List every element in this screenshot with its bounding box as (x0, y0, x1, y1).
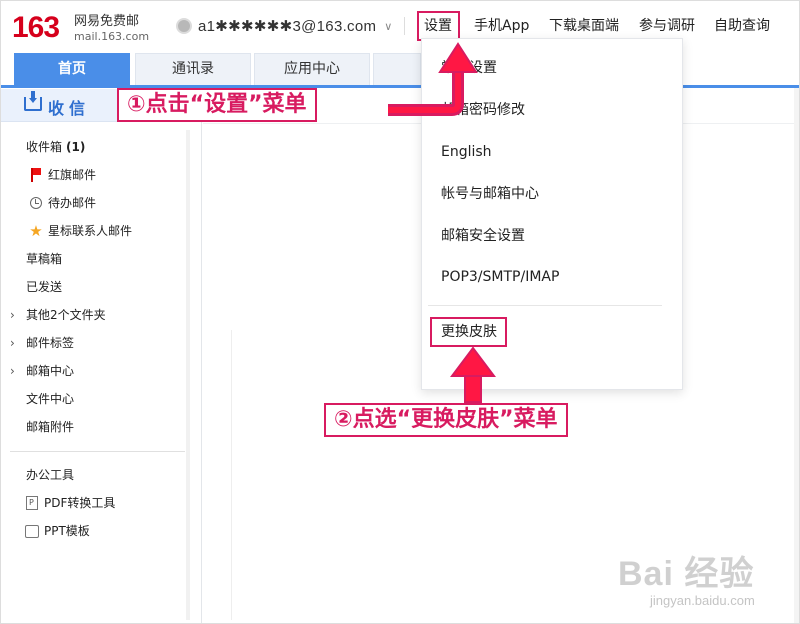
tab-extra[interactable] (373, 53, 421, 85)
sidebar-scrollbar[interactable] (186, 130, 190, 620)
settings-highlight-box (417, 11, 460, 41)
nav-desktop-download[interactable]: 下载桌面端 (549, 16, 619, 36)
sidebar-item-file-center[interactable]: 文件中心 (26, 391, 74, 407)
sidebar-item-inbox[interactable]: 收件箱 (1) (26, 139, 85, 155)
sidebar-item-attachments[interactable]: 邮箱附件 (26, 419, 74, 435)
sidebar-item-pdf-tool[interactable]: PDF转换工具 (24, 495, 115, 511)
menu-item-security[interactable]: 邮箱安全设置 (441, 226, 525, 246)
office-tools-title: 办公工具 (26, 468, 75, 482)
sidebar-item-drafts[interactable]: 草稿箱 (26, 251, 62, 267)
menu-item-english[interactable]: English (441, 142, 492, 162)
pdf-file-icon (26, 496, 38, 510)
inbox-download-icon (24, 91, 42, 111)
nav-self-help[interactable]: 自助查询 (714, 16, 770, 36)
sidebar-item-starred[interactable]: ★ 星标联系人邮件 (28, 223, 132, 239)
sidebar-item-labels[interactable]: 邮件标签 (26, 335, 74, 351)
menu-item-password[interactable]: 邮箱密码修改 (441, 100, 525, 120)
account-email: a1✱✱✱✱✱✱3@163.com (198, 18, 377, 35)
sidebar-item-todo[interactable]: 待办邮件 (28, 195, 96, 211)
sidebar-item-ppt-template[interactable]: PPT模板 (24, 523, 90, 539)
nav-mobile-app[interactable]: 手机App (474, 16, 529, 36)
inbox-count: (1) (66, 140, 86, 154)
sidebar-item-mail-center[interactable]: 邮箱中心 (26, 363, 74, 379)
brand-logo-number[interactable]: 163 (12, 12, 60, 44)
account-switcher[interactable]: a1✱✱✱✱✱✱3@163.com ∨ (176, 16, 392, 36)
menu-item-general-settings[interactable]: 常规设置 (441, 58, 497, 78)
chevron-right-icon[interactable]: › (10, 307, 15, 323)
nav-survey[interactable]: 参与调研 (639, 16, 695, 36)
avatar-icon (176, 18, 192, 34)
watermark-url: jingyan.baidu.com (650, 593, 755, 608)
chevron-down-icon[interactable]: ∨ (384, 20, 392, 33)
main-scrollbar[interactable] (794, 88, 800, 624)
sidebar-item-other-folders[interactable]: 其他2个文件夹 (26, 307, 106, 323)
menu-item-account-center[interactable]: 帐号与邮箱中心 (441, 184, 539, 204)
brand-domain: mail.163.com (74, 30, 150, 43)
header-divider (404, 17, 405, 35)
main-column-divider (231, 330, 232, 620)
tab-home[interactable]: 首页 (14, 53, 130, 85)
star-icon: ★ (29, 222, 43, 240)
sidebar-item-sent[interactable]: 已发送 (26, 279, 62, 295)
brand-name: 网易免费邮 (74, 14, 140, 29)
sidebar-item-flagged[interactable]: 红旗邮件 (28, 167, 96, 183)
ppt-template-icon (25, 524, 39, 538)
menu-divider (428, 305, 662, 306)
receive-mail-label: 收信 (48, 99, 91, 118)
chevron-right-icon[interactable]: › (10, 363, 15, 379)
sidebar-divider (10, 451, 185, 452)
clock-icon (30, 197, 42, 209)
step1-callout: ①点击“设置”菜单 (117, 88, 317, 122)
chevron-right-icon[interactable]: › (10, 335, 15, 351)
tab-contacts[interactable]: 通讯录 (135, 53, 251, 85)
menu-item-pop3[interactable]: POP3/SMTP/IMAP (441, 267, 559, 287)
change-skin-highlight-box (430, 317, 507, 347)
baidu-jingyan-watermark: Bai 经验 (618, 555, 755, 593)
step2-callout: ②点选“更换皮肤”菜单 (324, 403, 568, 437)
tab-app-center[interactable]: 应用中心 (254, 53, 370, 85)
red-flag-icon (28, 168, 44, 182)
